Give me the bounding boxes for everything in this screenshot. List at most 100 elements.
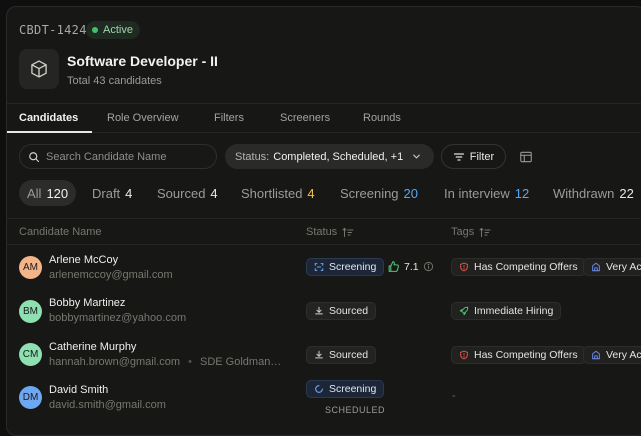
- search-input[interactable]: [46, 150, 206, 163]
- status-badge: Screening: [306, 258, 385, 276]
- column-header-tags[interactable]: Tags: [451, 226, 491, 238]
- status-label: Sourced: [329, 349, 369, 361]
- columns-toggle-icon[interactable]: [519, 150, 533, 164]
- candidate-email-line: hannah.brown@gmail.com • SDE Goldman…: [49, 356, 281, 368]
- tab-screeners[interactable]: Screeners: [280, 112, 330, 124]
- building-icon: [592, 262, 600, 272]
- stage-chip-label: Screening: [340, 185, 399, 201]
- job-status-badge: Active: [86, 21, 140, 39]
- tab-role-overview[interactable]: Role Overview: [107, 112, 179, 124]
- building-icon: [592, 350, 600, 360]
- scan-icon: [314, 263, 324, 271]
- stage-chip-label: Withdrawn: [553, 185, 615, 201]
- tag-label: Very Active: [606, 349, 641, 361]
- table-row[interactable]: DM David Smith david.smith@gmail.com Scr…: [7, 377, 641, 421]
- status-badge: Sourced: [306, 346, 377, 364]
- rocket-icon: [459, 306, 469, 316]
- status-filter-dropdown[interactable]: Status: Completed, Scheduled, +1: [225, 144, 434, 169]
- column-header-status[interactable]: Status: [306, 226, 354, 238]
- status-filter-value: Completed, Scheduled, +1: [273, 150, 404, 163]
- download-icon: [315, 350, 323, 359]
- search-icon: [29, 151, 40, 162]
- tag-badge: Very Active: [583, 346, 641, 364]
- candidate-email: hannah.brown@gmail.com: [49, 356, 181, 368]
- filter-button[interactable]: Filter: [441, 144, 506, 169]
- tag-badge: Has Competing Offers: [451, 346, 586, 364]
- stage-chip-count: 120: [46, 185, 69, 201]
- stage-chip-label: In interview: [444, 185, 510, 201]
- score-value: 7.1: [404, 260, 419, 273]
- filter-label: Filter: [469, 150, 495, 163]
- candidate-name[interactable]: Catherine Murphy: [49, 341, 136, 353]
- separator-dot: •: [188, 356, 192, 368]
- candidate-name[interactable]: Arlene McCoy: [49, 254, 118, 266]
- candidate-email: david.smith@gmail.com: [49, 399, 166, 411]
- candidate-email: bobbymartinez@yahoo.com: [49, 312, 187, 324]
- thumbs-up-icon: [388, 261, 399, 272]
- stage-chip-count: 4: [210, 185, 218, 201]
- stage-chip-screening[interactable]: Screening 20: [340, 180, 418, 206]
- tab-filters[interactable]: Filters: [214, 112, 244, 124]
- stage-chip-draft[interactable]: Draft 4: [92, 180, 132, 206]
- avatar: AM: [19, 256, 42, 279]
- tag-label: Immediate Hiring: [474, 305, 554, 317]
- job-subtitle: Total 43 candidates: [67, 75, 162, 87]
- column-header-label: Tags: [451, 226, 475, 238]
- stage-chip-in-interview[interactable]: In interview 12: [444, 180, 529, 206]
- tab-candidates[interactable]: Candidates: [19, 112, 78, 124]
- stage-chip-all[interactable]: All 120: [19, 180, 77, 206]
- table-row[interactable]: AM Arlene McCoy arlenemccoy@gmail.com Sc…: [7, 246, 641, 290]
- column-header-name[interactable]: Candidate Name: [19, 226, 102, 238]
- candidate-name[interactable]: David Smith: [49, 384, 108, 396]
- empty-tags-placeholder: -: [452, 390, 456, 402]
- status-badge: Screening: [306, 380, 385, 398]
- column-header-label: Candidate Name: [19, 226, 102, 238]
- stage-chip-count: 4: [125, 185, 133, 201]
- job-status-label: Active: [103, 24, 133, 36]
- stage-chip-label: Draft: [92, 185, 121, 201]
- stage-chip-shortlisted[interactable]: Shortlisted 4: [241, 180, 315, 206]
- status-label: Sourced: [329, 305, 369, 317]
- status-badge: Sourced: [306, 302, 377, 320]
- status-label: Screening: [329, 383, 377, 395]
- stage-chip-count: 12: [514, 185, 530, 201]
- stage-chip-label: Sourced: [157, 185, 206, 201]
- avatar: CM: [19, 343, 42, 366]
- tag-badge: Immediate Hiring: [451, 302, 562, 320]
- download-icon: [315, 306, 323, 315]
- shield-alert-icon: [460, 350, 468, 360]
- candidate-name[interactable]: Bobby Martinez: [49, 297, 125, 309]
- stage-chip-label: Shortlisted: [241, 185, 303, 201]
- job-panel: CBDT-1424 Active Software Developer - II…: [6, 6, 641, 436]
- stage-chip-count: 4: [307, 185, 315, 201]
- sort-icon: [342, 227, 354, 237]
- tab-rounds[interactable]: Rounds: [363, 112, 401, 124]
- status-filter-prefix: Status:: [235, 150, 270, 163]
- chevron-down-icon: [413, 154, 421, 159]
- stage-chip-count: 20: [403, 185, 419, 201]
- stage-chip-count: 22: [619, 185, 634, 201]
- loading-spinner-icon: [315, 385, 323, 393]
- candidate-email: arlenemccoy@gmail.com: [49, 269, 173, 281]
- stage-chip-sourced[interactable]: Sourced 4: [157, 180, 218, 206]
- table-row[interactable]: BM Bobby Martinez bobbymartinez@yahoo.co…: [7, 290, 641, 334]
- cube-icon: [31, 60, 47, 78]
- filter-lines-icon: [453, 152, 464, 161]
- status-dot-icon: [92, 27, 98, 33]
- search-box[interactable]: [19, 144, 217, 169]
- active-tab-indicator: [7, 131, 92, 133]
- tag-badge: Very Active: [583, 258, 641, 276]
- table-header: Candidate Name Status Tags: [7, 218, 641, 245]
- candidate-role: SDE Goldman…: [200, 356, 282, 368]
- sort-icon: [479, 227, 491, 237]
- info-icon[interactable]: [423, 261, 434, 272]
- status-label: Screening: [329, 261, 377, 273]
- stage-chip-withdrawn[interactable]: Withdrawn 22: [553, 180, 634, 206]
- stage-chip-label: All: [27, 185, 42, 201]
- column-header-label: Status: [306, 226, 338, 238]
- shield-alert-icon: [460, 262, 468, 272]
- stage-filter-chips: All 120 Draft 4 Sourced 4 Shortlisted 4 …: [19, 180, 641, 206]
- scheduled-label: SCHEDULED: [325, 405, 386, 415]
- table-row[interactable]: CM Catherine Murphy hannah.brown@gmail.c…: [7, 333, 641, 377]
- tag-label: Very Active: [606, 261, 641, 273]
